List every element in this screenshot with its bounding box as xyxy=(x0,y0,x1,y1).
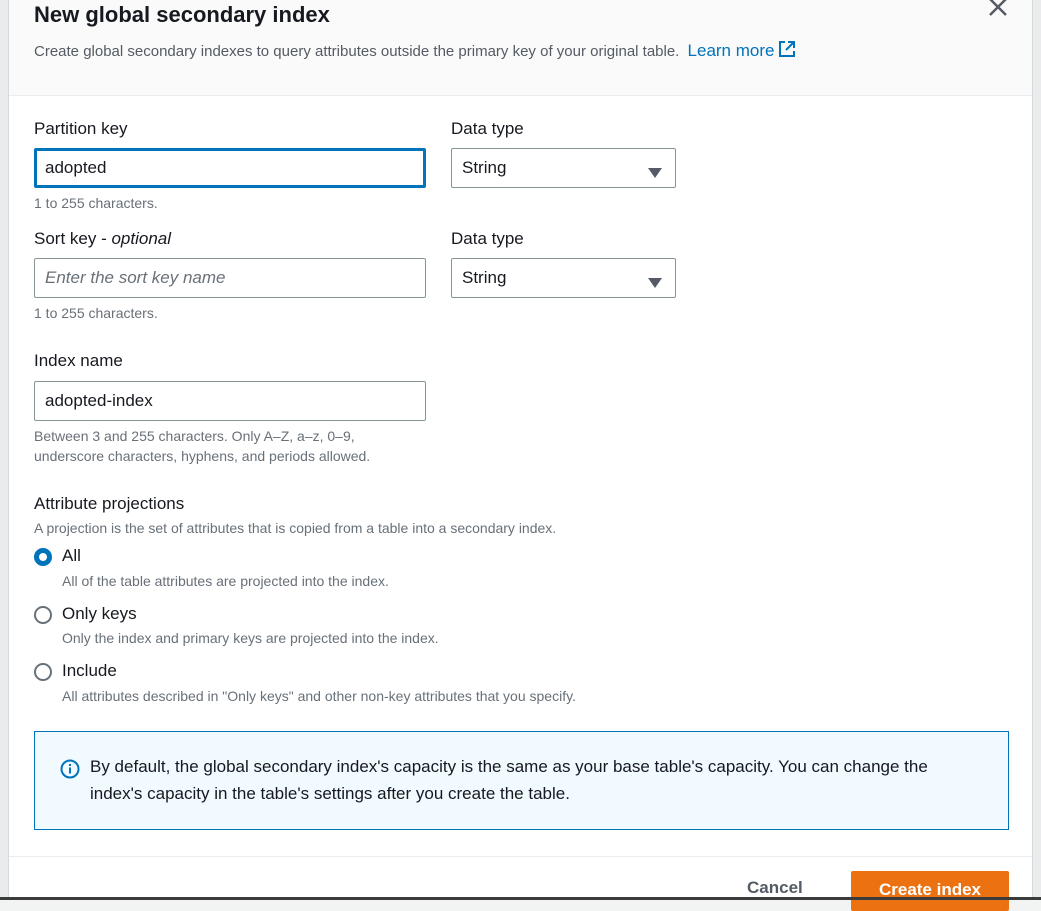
radio-all-description: All of the table attributes are projecte… xyxy=(62,573,389,589)
radio-only-keys[interactable] xyxy=(34,606,52,624)
info-icon xyxy=(60,759,80,784)
projections-label: Attribute projections xyxy=(34,494,185,513)
close-icon xyxy=(987,0,1009,22)
index-name-hint-1: Between 3 and 255 characters. Only A–Z, … xyxy=(34,428,355,444)
partition-data-type-value: String xyxy=(462,158,507,177)
sort-data-type-label: Data type xyxy=(451,229,524,248)
cancel-button[interactable]: Cancel xyxy=(747,878,803,898)
capacity-info-text: By default, the global secondary index's… xyxy=(90,757,928,803)
external-link-icon xyxy=(778,40,796,63)
learn-more-label: Learn more xyxy=(687,41,775,60)
footer-divider xyxy=(9,856,1032,857)
radio-include[interactable] xyxy=(34,663,52,681)
index-name-hint-2: underscore characters, hyphens, and peri… xyxy=(34,448,371,464)
partition-key-hint: 1 to 255 characters. xyxy=(34,195,158,211)
sort-data-type-value: String xyxy=(462,268,507,287)
gsi-modal: New global secondary index Create global… xyxy=(8,0,1033,911)
caret-down-icon xyxy=(648,163,662,183)
radio-all[interactable] xyxy=(34,548,52,566)
radio-include-description: All attributes described in "Only keys" … xyxy=(62,688,576,704)
learn-more-link[interactable]: Learn more xyxy=(688,41,797,60)
modal-title: New global secondary index xyxy=(34,2,330,27)
sort-key-label-text: Sort key - xyxy=(34,229,112,248)
projections-description: A projection is the set of attributes th… xyxy=(34,520,557,536)
caret-down-icon xyxy=(648,273,662,293)
partition-key-label: Partition key xyxy=(34,119,128,138)
radio-only-keys-description: Only the index and primary keys are proj… xyxy=(62,630,439,646)
modal-description-text: Create global secondary indexes to query… xyxy=(34,43,680,60)
radio-all-label[interactable]: All xyxy=(62,546,81,566)
radio-only-keys-label[interactable]: Only keys xyxy=(62,604,137,624)
partition-data-type-select[interactable]: String xyxy=(451,148,676,188)
partition-key-input[interactable] xyxy=(34,148,426,188)
index-name-input[interactable] xyxy=(34,381,426,421)
sort-key-input[interactable] xyxy=(34,258,426,298)
modal-description: Create global secondary indexes to query… xyxy=(34,40,796,63)
sort-key-optional: optional xyxy=(111,229,172,248)
radio-include-label[interactable]: Include xyxy=(62,661,117,681)
create-index-button[interactable]: Create index xyxy=(851,871,1009,911)
capacity-info-alert: By default, the global secondary index's… xyxy=(34,731,1009,830)
page-backdrop-right xyxy=(1033,0,1041,900)
close-button[interactable] xyxy=(987,0,1009,18)
sort-key-hint: 1 to 255 characters. xyxy=(34,305,158,321)
modal-header: New global secondary index Create global… xyxy=(9,0,1032,96)
index-name-label: Index name xyxy=(34,351,123,370)
partition-data-type-label: Data type xyxy=(451,119,524,138)
sort-key-label: Sort key - optional xyxy=(34,229,171,249)
sort-data-type-select[interactable]: String xyxy=(451,258,676,298)
page-backdrop xyxy=(0,0,8,900)
